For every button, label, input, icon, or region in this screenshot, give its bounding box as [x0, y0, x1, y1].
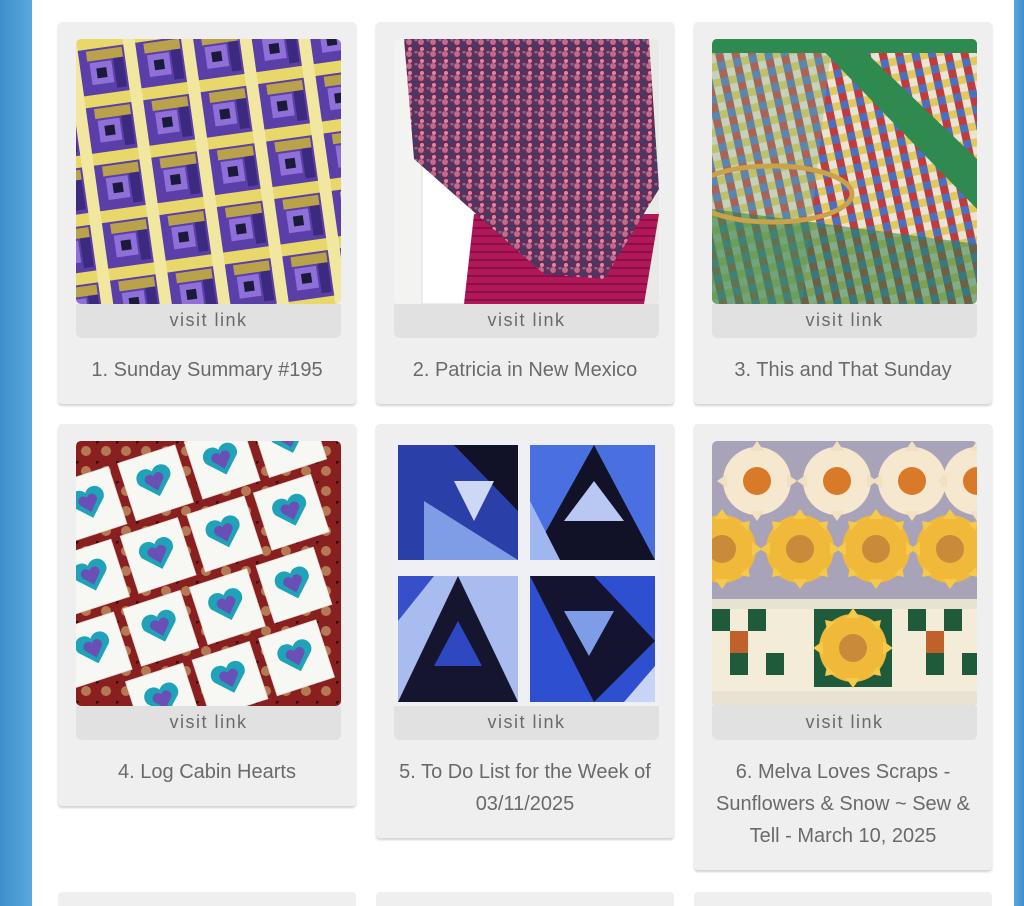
visit-link-button[interactable]: visit link	[394, 304, 659, 338]
next-link-card	[376, 892, 674, 906]
link-number: 1.	[91, 359, 109, 381]
blue-flying-geese-blocks	[394, 441, 659, 706]
link-number: 6.	[735, 761, 753, 783]
link-party-gallery: visit link 1. Sunday Summary #195 visit …	[32, 0, 1014, 906]
thumbnail-image[interactable]	[712, 441, 977, 706]
link-card: visit link 5. To Do List for the Week of…	[376, 424, 674, 838]
crocheted-shawl-pink	[394, 39, 659, 304]
link-number: 3.	[734, 359, 752, 381]
thumbnail-image[interactable]	[76, 441, 341, 706]
link-title[interactable]: 1. Sunday Summary #195	[66, 354, 348, 386]
purple-yellow-log-cabin-quilt	[76, 39, 341, 304]
link-card: visit link 2. Patricia in New Mexico	[376, 22, 674, 404]
next-link-card	[694, 892, 992, 906]
thumbnail-image[interactable]	[76, 39, 341, 304]
thumbnail-image[interactable]	[394, 441, 659, 706]
link-title-text: Melva Loves Scraps - Sunflowers & Snow ~…	[715, 761, 970, 847]
link-title-text: Patricia in New Mexico	[434, 359, 638, 381]
link-number: 4.	[118, 761, 135, 783]
left-frame-border	[0, 0, 32, 906]
right-frame-border	[1014, 0, 1024, 906]
link-title[interactable]: 2. Patricia in New Mexico	[384, 354, 666, 386]
link-title-text: Sunday Summary #195	[113, 359, 323, 381]
thumbnail-image[interactable]	[394, 39, 659, 304]
thumbnail-image[interactable]	[712, 39, 977, 304]
sunflower-quilt-border	[712, 441, 977, 706]
visit-link-button[interactable]: visit link	[712, 706, 977, 740]
visit-link-button[interactable]: visit link	[712, 304, 977, 338]
link-card: visit link 6. Melva Loves Scraps - Sunfl…	[694, 424, 992, 870]
link-title[interactable]: 3. This and That Sunday	[702, 354, 984, 386]
visit-link-button[interactable]: visit link	[76, 706, 341, 740]
link-card: visit link 4. Log Cabin Hearts	[58, 424, 356, 806]
link-title[interactable]: 6. Melva Loves Scraps - Sunflowers & Sno…	[702, 756, 984, 852]
teal-heart-blocks-on-rug	[76, 441, 341, 706]
link-number: 2.	[412, 359, 430, 381]
link-card: visit link 1. Sunday Summary #195	[58, 22, 356, 404]
link-number: 5.	[399, 761, 416, 783]
link-title-text: This and That Sunday	[756, 359, 952, 381]
scrappy-green-quilt-with-hoop	[712, 39, 977, 304]
visit-link-button[interactable]: visit link	[76, 304, 341, 338]
visit-link-button[interactable]: visit link	[394, 706, 659, 740]
link-title-text: To Do List for the Week of 03/11/2025	[421, 761, 651, 815]
link-title[interactable]: 5. To Do List for the Week of 03/11/2025	[384, 756, 666, 820]
link-title[interactable]: 4. Log Cabin Hearts	[66, 756, 348, 788]
next-link-card	[58, 892, 356, 906]
link-title-text: Log Cabin Hearts	[140, 761, 296, 783]
link-card: visit link 3. This and That Sunday	[694, 22, 992, 404]
